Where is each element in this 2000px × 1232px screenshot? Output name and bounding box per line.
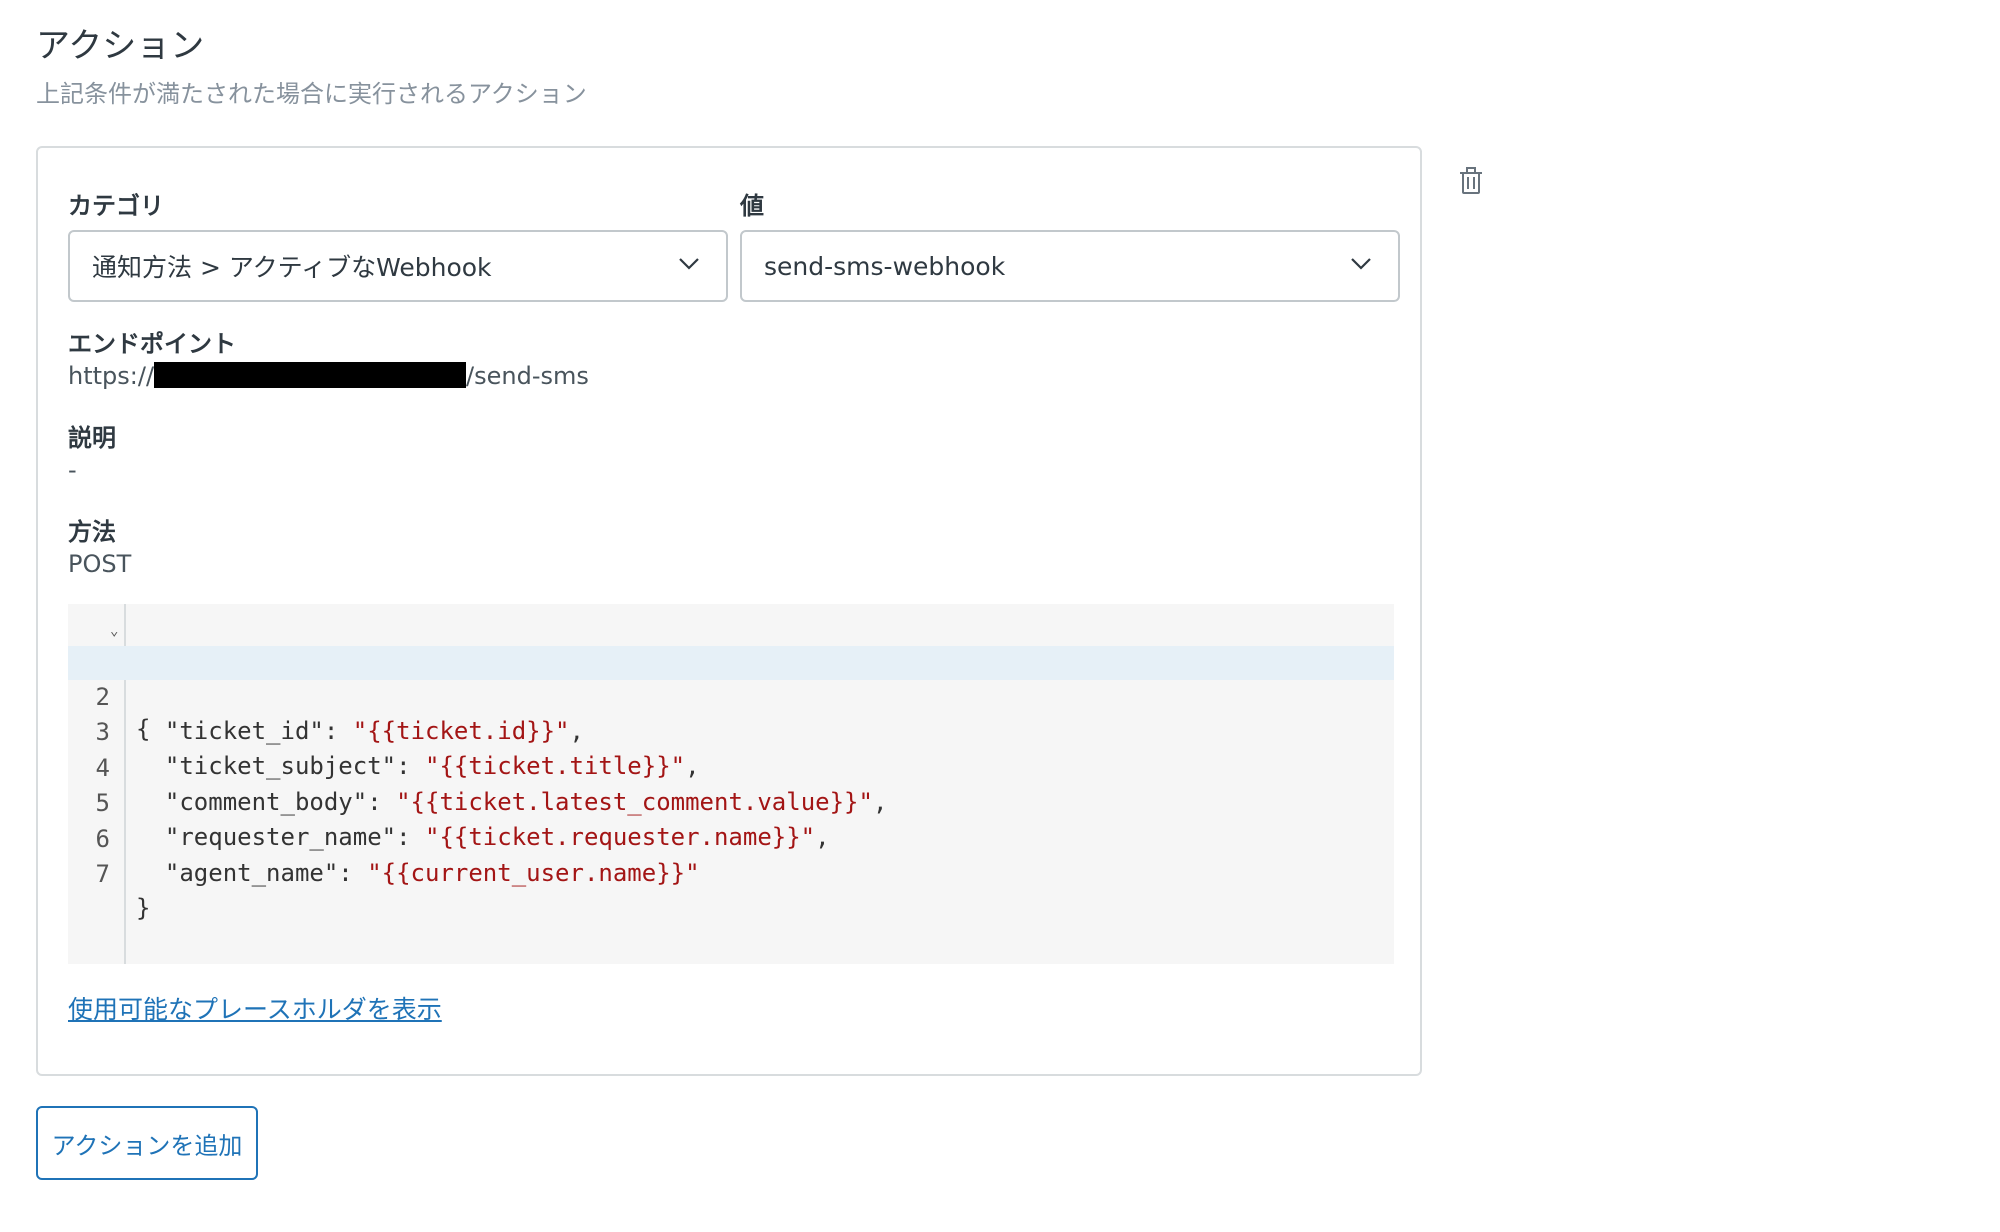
code-line: 5 "requester_name": "{{ticket.requester.…: [68, 752, 1394, 851]
section-subtitle: 上記条件が満たされた場合に実行されるアクション: [36, 80, 587, 108]
trash-icon: [1460, 167, 1482, 194]
method-label: 方法: [68, 518, 116, 546]
code-line: 6 "agent_name": "{{current_user.name}}": [68, 788, 1394, 887]
code-line: 1 ⌄ {: [68, 610, 1394, 743]
section-title: アクション: [36, 26, 205, 66]
code-line: 7 }: [68, 823, 1394, 922]
chevron-down-icon: [679, 258, 699, 270]
code-string: "{{current_user.name}}": [367, 859, 700, 887]
value-select[interactable]: send-sms-webhook: [740, 230, 1400, 302]
action-settings-page: アクション 上記条件が満たされた場合に実行されるアクション カテゴリ 値 通知方…: [0, 0, 2000, 1232]
json-body-editor[interactable]: 1 ⌄ { 2 "ticket_id": "{{ticket.id}}", 3 …: [68, 604, 1394, 964]
chevron-down-icon: [1351, 258, 1371, 270]
code-line: 4 "comment_body": "{{ticket.latest_comme…: [68, 717, 1394, 816]
code-key: "agent_name": [164, 859, 339, 887]
description-label: 説明: [68, 424, 116, 452]
endpoint-prefix: https://: [68, 362, 155, 390]
code-line: 2 "ticket_id": "{{ticket.id}}",: [68, 646, 1394, 745]
value-label: 値: [740, 192, 764, 220]
method-value: POST: [68, 550, 132, 578]
value-select-value: send-sms-webhook: [764, 251, 1006, 281]
fold-arrow-icon[interactable]: ⌄: [110, 614, 118, 648]
endpoint-suffix: /send-sms: [466, 362, 589, 390]
action-card: カテゴリ 値 通知方法 > アクティブなWebhook send-sms-web…: [36, 146, 1422, 1076]
category-select-value: 通知方法 > アクティブなWebhook: [92, 253, 492, 282]
code-line: 3 "ticket_subject": "{{ticket.title}}",: [68, 681, 1394, 780]
delete-action-button[interactable]: [1454, 164, 1488, 198]
line-number: 7: [95, 860, 110, 888]
category-select[interactable]: 通知方法 > アクティブなWebhook: [68, 230, 728, 302]
description-value: -: [68, 456, 77, 484]
add-action-button[interactable]: アクションを追加: [36, 1106, 258, 1180]
endpoint-label: エンドポイント: [68, 330, 236, 358]
redacted-block: [154, 362, 467, 388]
category-label: カテゴリ: [68, 192, 164, 220]
endpoint-value: https:// /send-sms: [68, 362, 589, 390]
show-placeholders-link[interactable]: 使用可能なプレースホルダを表示: [68, 990, 442, 1026]
code-brace: }: [136, 894, 151, 922]
